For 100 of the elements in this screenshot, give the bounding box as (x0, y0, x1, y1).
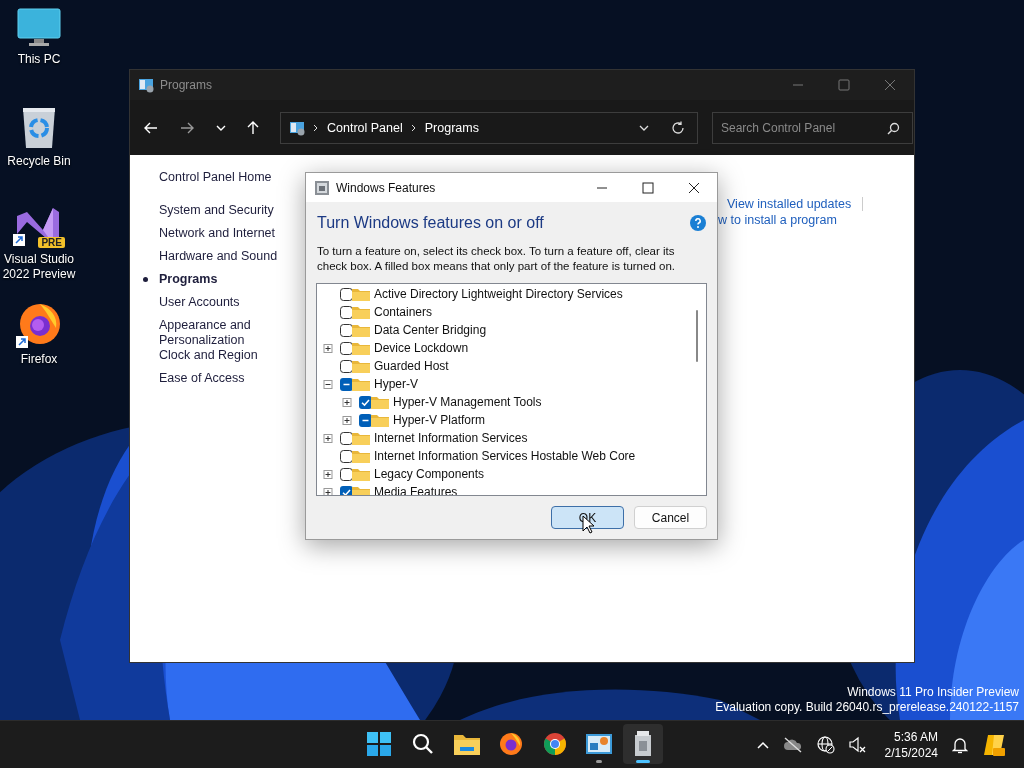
close-icon[interactable] (688, 181, 700, 194)
forward-arrow-icon[interactable] (180, 120, 194, 135)
up-arrow-icon[interactable] (246, 120, 260, 135)
badge: PRE (38, 237, 65, 248)
build-info-text: Windows 11 Pro Insider Preview (847, 685, 1019, 700)
folder-icon (352, 431, 370, 445)
checkbox[interactable] (340, 287, 353, 301)
collapse-icon[interactable] (323, 379, 333, 389)
nav-link[interactable]: Programs (159, 272, 218, 287)
monitor-icon[interactable] (17, 8, 61, 48)
feature-label[interactable]: Legacy Components (374, 467, 485, 481)
desktop-icon-label[interactable]: Firefox (20, 352, 58, 367)
cloud-off-icon[interactable] (782, 736, 803, 753)
checkbox[interactable] (340, 431, 353, 445)
checkbox[interactable] (340, 323, 353, 337)
desktop-icon-label[interactable]: Visual Studio 2022 Preview (0, 252, 78, 282)
windows-logo-icon[interactable] (367, 732, 391, 756)
control-panel-icon (289, 119, 305, 136)
folder-icon (352, 467, 370, 481)
nav-link[interactable]: Appearance and Personalization (159, 318, 279, 348)
nav-link[interactable]: Ease of Access (159, 371, 245, 386)
search-icon[interactable] (412, 733, 434, 755)
bell-icon[interactable] (952, 735, 968, 754)
folder-icon (352, 287, 370, 301)
checkbox[interactable] (340, 467, 353, 481)
chevron-up-icon[interactable] (756, 740, 769, 749)
folder-icon (371, 413, 389, 427)
link[interactable]: w to install a program (718, 213, 837, 227)
folder-icon (352, 449, 370, 463)
feature-label[interactable]: Internet Information Services (374, 431, 528, 445)
scrollbar-thumb[interactable] (696, 310, 698, 362)
link[interactable]: View installed updates (727, 197, 852, 211)
breadcrumb-item[interactable]: Control Panel (327, 120, 403, 135)
feature-label[interactable]: Internet Information Services Hostable Web Core (374, 449, 636, 463)
nav-link[interactable]: Control Panel Home (159, 170, 272, 185)
checkbox[interactable] (340, 449, 353, 463)
feature-label[interactable]: Hyper-V (374, 377, 418, 391)
dialog-title: Windows Features (336, 180, 436, 195)
chevron-right-icon (313, 123, 319, 132)
expand-icon[interactable] (323, 469, 333, 479)
maximize-icon[interactable] (838, 79, 850, 91)
nav-link[interactable]: Hardware and Sound (159, 249, 278, 264)
folder-icon (371, 395, 389, 409)
bullet-icon (143, 277, 148, 282)
search-field[interactable]: Search Control Panel (712, 111, 913, 144)
chrome-icon[interactable] (543, 732, 567, 756)
folder-icon[interactable] (454, 733, 480, 755)
refresh-icon[interactable] (671, 120, 685, 135)
folder-icon (352, 359, 370, 373)
clock-date[interactable]: 2/15/2024 (884, 744, 938, 761)
chevron-right-icon (410, 123, 417, 132)
nav-link[interactable]: User Accounts (159, 295, 240, 310)
firefox-icon[interactable] (16, 302, 62, 348)
back-arrow-icon[interactable] (144, 120, 158, 135)
folder-icon (352, 323, 370, 337)
cancel-button[interactable]: Cancel (634, 506, 707, 529)
control-panel-icon[interactable] (586, 733, 612, 755)
copilot-icon[interactable] (982, 732, 1006, 757)
expand-icon[interactable] (342, 397, 352, 407)
dialog-heading: Turn Windows features on or off (317, 214, 544, 232)
firefox-icon[interactable] (499, 732, 523, 756)
feature-label[interactable]: Hyper-V Platform (393, 413, 486, 427)
checkbox[interactable] (340, 341, 353, 355)
address-bar[interactable]: Control Panel Programs (280, 111, 698, 144)
search-icon[interactable] (887, 121, 900, 135)
checkbox[interactable] (340, 305, 353, 319)
globe-icon[interactable] (816, 735, 835, 754)
checkbox[interactable] (340, 359, 353, 373)
folder-icon (352, 377, 370, 391)
nav-link[interactable]: System and Security (159, 203, 274, 218)
control-panel-icon (138, 77, 154, 93)
expand-icon[interactable] (323, 487, 333, 495)
taskbar-button[interactable] (623, 724, 663, 764)
clock-time[interactable]: 5:36 AM (893, 728, 938, 745)
window-title: Programs (160, 78, 212, 92)
desktop-icon-label[interactable]: This PC (17, 52, 61, 67)
feature-label[interactable]: Containers (374, 305, 433, 319)
feature-label[interactable]: Device Lockdown (374, 341, 469, 355)
maximize-icon[interactable] (642, 181, 654, 194)
checkbox[interactable] (340, 485, 353, 495)
expand-icon[interactable] (323, 433, 333, 443)
features-icon[interactable] (633, 731, 653, 757)
nav-link[interactable]: Clock and Region (159, 348, 258, 363)
help-icon[interactable] (690, 215, 706, 231)
breadcrumb-item[interactable]: Programs (424, 120, 479, 135)
folder-icon (352, 485, 370, 495)
folder-icon (352, 341, 370, 355)
feature-label[interactable]: Active Directory Lightweight Directory Services (374, 287, 623, 301)
desktop-icon-label[interactable]: Recycle Bin (7, 154, 71, 169)
nav-link[interactable]: Network and Internet (159, 226, 276, 241)
feature-label[interactable]: Hyper-V Management Tools (393, 395, 542, 409)
features-icon (314, 179, 330, 196)
feature-label[interactable]: Data Center Bridging (374, 323, 487, 337)
description-text: To turn a feature on, select its check box. To turn a feature off, clear its check box. A filled box means that only part of the feature is turned on. (317, 244, 676, 274)
folder-icon (352, 305, 370, 319)
expand-icon[interactable] (323, 343, 333, 353)
feature-label[interactable]: Guarded Host (374, 359, 449, 373)
recycle-bin-icon[interactable] (21, 106, 57, 150)
expand-icon[interactable] (342, 415, 352, 425)
muted-speaker-icon[interactable] (848, 735, 867, 754)
